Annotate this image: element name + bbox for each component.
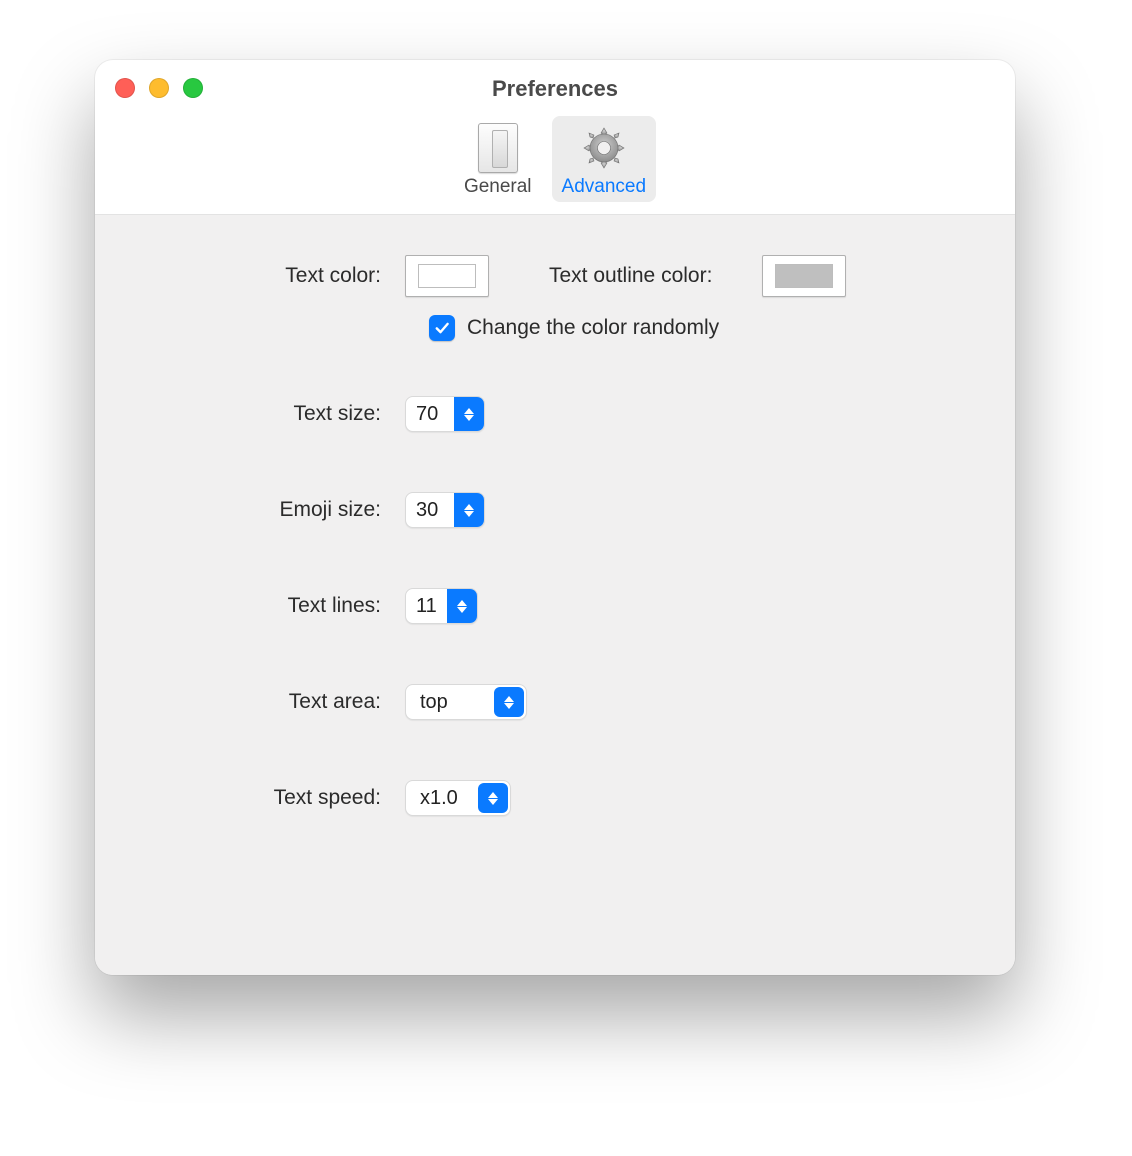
text-color-label: Text color: <box>135 264 405 288</box>
close-button[interactable] <box>115 78 135 98</box>
text-area-row: Text area: top <box>135 684 975 720</box>
emoji-size-stepper[interactable]: 30 <box>405 492 485 528</box>
gear-icon <box>578 122 630 174</box>
text-area-label: Text area: <box>135 690 405 714</box>
random-color-row: Change the color randomly <box>135 315 975 341</box>
text-size-label: Text size: <box>135 402 405 426</box>
text-speed-row: Text speed: x1.0 <box>135 780 975 816</box>
tab-general-label: General <box>464 176 532 198</box>
switch-icon <box>472 122 524 174</box>
text-color-well[interactable] <box>405 255 489 297</box>
color-controls: Text outline color: <box>405 255 846 297</box>
emoji-size-value[interactable]: 30 <box>406 493 454 527</box>
stepper-arrows-icon[interactable] <box>447 589 477 623</box>
emoji-size-label: Emoji size: <box>135 498 405 522</box>
window-title: Preferences <box>492 68 618 102</box>
tab-advanced-label: Advanced <box>562 176 647 198</box>
popup-arrows-icon[interactable] <box>494 687 524 717</box>
text-lines-value[interactable]: 11 <box>406 589 447 623</box>
text-size-stepper[interactable]: 70 <box>405 396 485 432</box>
text-size-row: Text size: 70 <box>135 396 975 432</box>
random-color-checkbox[interactable] <box>429 315 455 341</box>
random-color-label: Change the color randomly <box>467 316 719 340</box>
text-lines-label: Text lines: <box>135 594 405 618</box>
text-area-value: top <box>406 685 492 719</box>
popup-arrows-icon[interactable] <box>478 783 508 813</box>
preferences-window: Preferences General <box>95 60 1015 975</box>
tab-advanced[interactable]: Advanced <box>552 116 657 202</box>
toolbar: General <box>95 110 1015 215</box>
color-row: Text color: Text outline color: <box>135 255 975 297</box>
text-outline-color-swatch <box>775 264 833 288</box>
zoom-button[interactable] <box>183 78 203 98</box>
text-outline-color-label: Text outline color: <box>549 264 712 288</box>
text-size-value[interactable]: 70 <box>406 397 454 431</box>
content-area: Text color: Text outline color: Chan <box>95 215 1015 975</box>
emoji-size-row: Emoji size: 30 <box>135 492 975 528</box>
text-area-popup[interactable]: top <box>405 684 527 720</box>
text-lines-row: Text lines: 11 <box>135 588 975 624</box>
text-speed-value: x1.0 <box>406 781 476 815</box>
tab-general[interactable]: General <box>454 116 542 202</box>
traffic-lights <box>115 78 203 98</box>
stepper-arrows-icon[interactable] <box>454 493 484 527</box>
stepper-arrows-icon[interactable] <box>454 397 484 431</box>
text-outline-color-well[interactable] <box>762 255 846 297</box>
text-color-swatch <box>418 264 476 288</box>
text-speed-label: Text speed: <box>135 786 405 810</box>
minimize-button[interactable] <box>149 78 169 98</box>
text-speed-popup[interactable]: x1.0 <box>405 780 511 816</box>
checkmark-icon <box>433 319 451 337</box>
text-lines-stepper[interactable]: 11 <box>405 588 478 624</box>
titlebar: Preferences <box>95 60 1015 110</box>
